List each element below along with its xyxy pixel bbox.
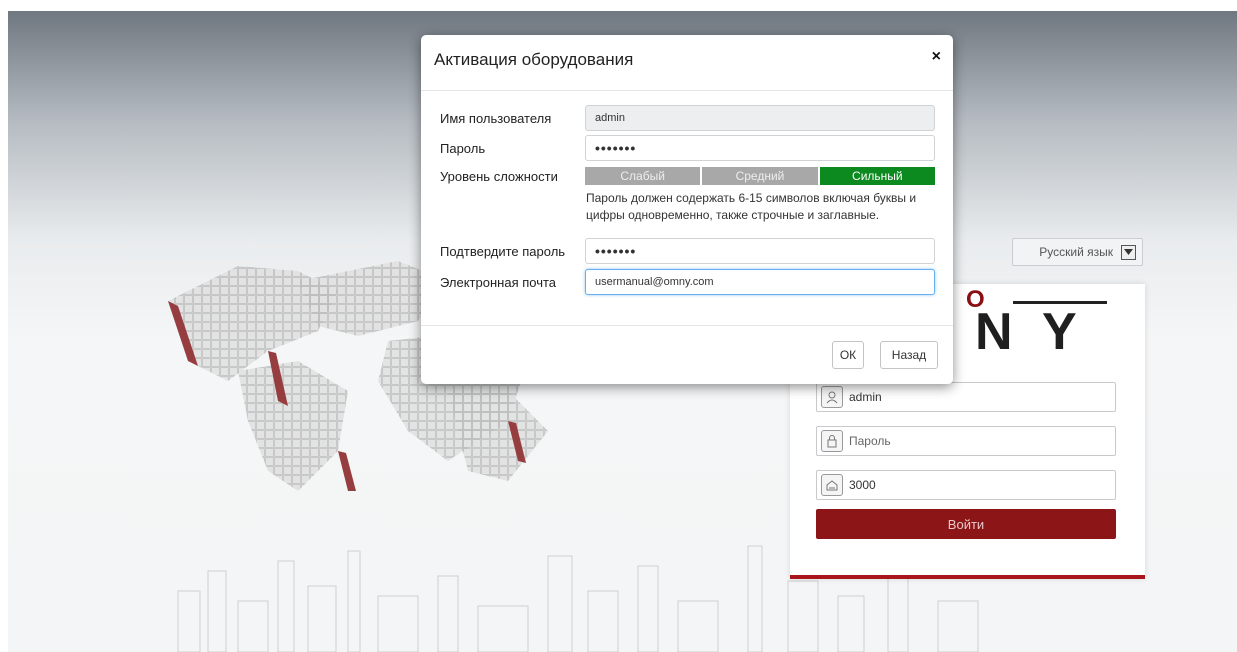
dialog-footer-divider [421, 325, 953, 326]
login-port-value: 3000 [849, 478, 876, 492]
chevron-down-icon [1121, 244, 1136, 260]
confirm-password-field[interactable]: ••••••• [585, 238, 935, 264]
email-label: Электронная почта [440, 275, 557, 290]
password-hint: Пароль должен содержать 6-15 символов вк… [586, 191, 917, 222]
password-strength-meter: Слабый Средний Сильный [585, 167, 935, 185]
password-field[interactable]: ••••••• [585, 135, 935, 161]
login-password-field[interactable]: Пароль [816, 426, 1116, 456]
login-port-field[interactable]: 3000 [816, 470, 1116, 500]
dialog-title: Активация оборудования [434, 50, 634, 69]
login-username-value: admin [849, 390, 882, 404]
username-field[interactable]: admin [585, 105, 935, 131]
lock-icon [821, 430, 843, 452]
login-password-placeholder: Пароль [849, 434, 891, 448]
network-port-icon [821, 474, 843, 496]
activation-dialog: Активация оборудования × Имя пользовател… [421, 35, 953, 384]
confirm-password-label: Подтвердите пароль [440, 244, 566, 259]
strength-weak-segment: Слабый [585, 167, 703, 185]
language-select[interactable]: Русский язык [1012, 238, 1143, 266]
username-label: Имя пользователя [440, 111, 552, 126]
strength-label: Уровень сложности [440, 169, 558, 184]
ok-button[interactable]: ОК [832, 341, 864, 369]
strength-strong-segment: Сильный [819, 167, 935, 185]
login-button[interactable]: Войти [816, 509, 1116, 539]
strength-medium-segment: Средний [702, 167, 820, 185]
dialog-header-divider [421, 90, 953, 91]
language-select-value: Русский язык [1039, 245, 1113, 259]
user-icon [821, 386, 843, 408]
password-label: Пароль [440, 141, 486, 156]
back-button[interactable]: Назад [880, 341, 938, 369]
email-field[interactable]: usermanual@omny.com [585, 269, 935, 295]
login-panel-accent-bar [790, 575, 1145, 579]
brand-logo-main: N Y [975, 303, 1085, 361]
close-icon[interactable]: × [932, 48, 941, 66]
login-username-field[interactable]: admin [816, 382, 1116, 412]
